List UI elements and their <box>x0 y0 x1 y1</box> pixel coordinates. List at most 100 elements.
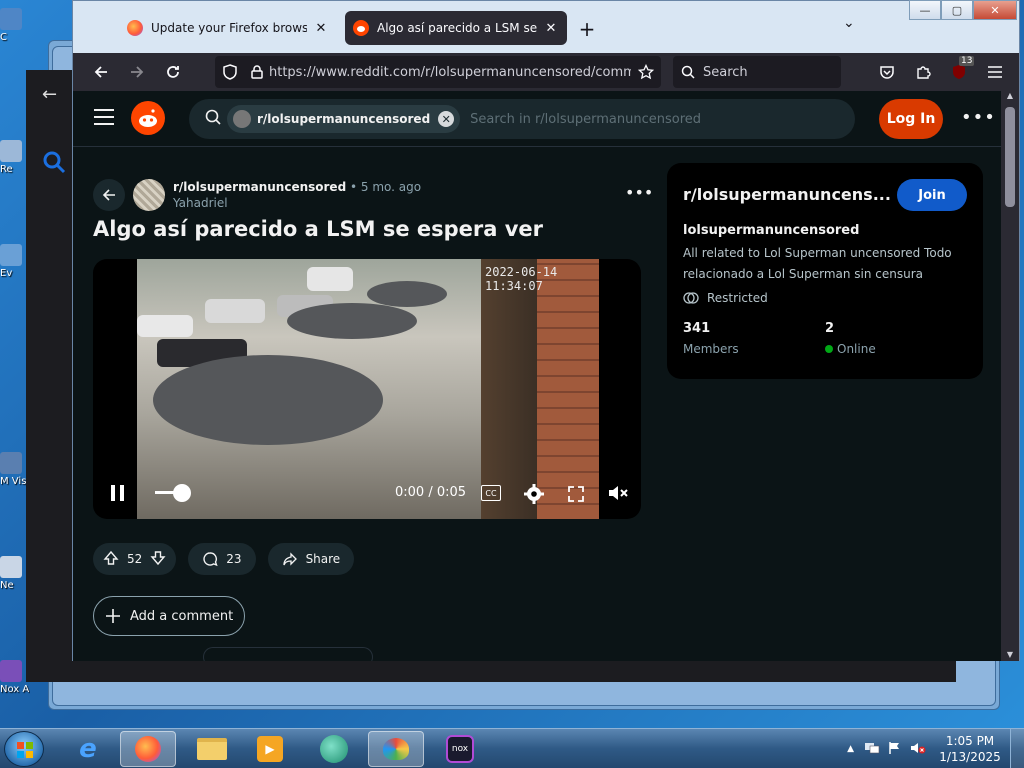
restricted-label: Restricted <box>707 291 768 305</box>
media-player-icon: ▶ <box>257 736 283 762</box>
close-window-button[interactable]: ✕ <box>973 0 1017 20</box>
subreddit-link[interactable]: r/lolsupermanuncensored <box>173 180 346 194</box>
address-bar[interactable]: https://www.reddit.com/r/lolsupermanunce… <box>215 56 661 88</box>
page-scrollbar[interactable]: ▲ ▼ <box>1001 91 1019 661</box>
post-title: Algo así parecido a LSM se espera ver <box>93 217 544 241</box>
list-all-tabs-chevron-icon[interactable]: ⌄ <box>843 15 855 31</box>
desktop-icon-computer[interactable]: C <box>0 8 30 43</box>
pocket-icon[interactable] <box>873 58 901 86</box>
reddit-header: r/lolsupermanuncensored ✕ Search in r/lo… <box>73 91 1001 147</box>
volume-slider-handle[interactable] <box>173 484 191 502</box>
comments-button[interactable]: 23 <box>188 543 256 575</box>
hamburger-menu-icon[interactable] <box>93 108 115 130</box>
reddit-search-bar[interactable]: r/lolsupermanuncensored ✕ Search in r/lo… <box>189 99 855 139</box>
system-clock[interactable]: 1:05 PM 1/13/2025 <box>930 733 1010 765</box>
firefox-icon <box>135 736 161 762</box>
pause-button[interactable] <box>109 483 127 507</box>
mute-speaker-icon[interactable] <box>607 483 629 507</box>
scroll-down-icon[interactable]: ▼ <box>1001 650 1019 659</box>
browser-globe-icon <box>320 735 348 763</box>
reddit-logo-icon[interactable] <box>131 101 165 135</box>
video-player[interactable]: 2022-06-14 11:34:07 0:00 / 0:05 CC <box>93 259 641 519</box>
clock-time: 1:05 PM <box>945 734 995 748</box>
captions-button[interactable]: CC <box>481 485 501 501</box>
volume-muted-icon[interactable] <box>910 740 926 759</box>
taskbar-explorer[interactable] <box>184 731 240 767</box>
ublock-extension-icon[interactable]: 13 <box>945 56 975 86</box>
subreddit-description: All related to Lol Superman uncensored T… <box>683 246 952 281</box>
add-comment-label: Add a comment <box>130 608 234 624</box>
url-text: https://www.reddit.com/r/lolsupermanunce… <box>269 64 631 80</box>
author-link[interactable]: Yahadriel <box>173 195 421 211</box>
firefox-icon <box>127 20 143 36</box>
reload-button[interactable] <box>159 58 187 86</box>
menu-hamburger-icon[interactable] <box>981 58 1009 86</box>
fullscreen-icon[interactable] <box>567 485 585 507</box>
search-icon <box>681 65 695 79</box>
extensions-puzzle-icon[interactable] <box>909 58 937 86</box>
add-comment-button[interactable]: Add a comment <box>93 596 245 636</box>
network-icon[interactable] <box>864 740 880 759</box>
back-button[interactable] <box>93 179 125 211</box>
subreddit-avatar[interactable] <box>133 179 165 211</box>
subreddit-title[interactable]: r/lolsupermanuncens... <box>683 185 891 204</box>
chip-label: r/lolsupermanuncensored <box>257 112 431 126</box>
search-bar[interactable]: Search <box>673 56 841 88</box>
post-options-icon[interactable]: ••• <box>625 183 653 202</box>
post-actions: 52 23 Share <box>93 543 355 575</box>
toolbar-icons: 13 <box>873 56 1009 86</box>
comment-sort-partial <box>203 647 373 661</box>
taskbar-nox[interactable]: nox <box>432 731 488 767</box>
members-label: Members <box>683 342 739 356</box>
taskbar-firefox[interactable] <box>120 731 176 767</box>
upvote-icon[interactable] <box>103 550 119 569</box>
comment-count: 23 <box>226 552 242 566</box>
settings-gear-icon[interactable] <box>523 483 545 509</box>
start-button[interactable] <box>4 731 44 767</box>
members-stat: 341 Members <box>683 319 739 359</box>
tab-update-firefox[interactable]: Update your Firefox browser ✕ <box>119 11 337 45</box>
firefox-window: Update your Firefox browser ✕ Algo así p… <box>72 0 1020 661</box>
bookmark-star-icon[interactable] <box>631 64 661 80</box>
close-tab-icon[interactable]: ✕ <box>313 21 329 36</box>
show-hidden-icons-chevron-icon[interactable]: ▲ <box>847 744 854 754</box>
share-button[interactable]: Share <box>267 543 355 575</box>
downvote-icon[interactable] <box>150 550 166 569</box>
tab-title: Update your Firefox browser <box>151 21 307 35</box>
vote-pill: 52 <box>93 543 177 575</box>
login-button[interactable]: Log In <box>879 99 943 139</box>
vote-count: 52 <box>127 552 143 566</box>
back-arrow-icon[interactable]: ← <box>42 84 57 105</box>
restricted-icon <box>683 292 699 304</box>
taskbar-browser[interactable] <box>306 731 362 767</box>
folder-icon <box>197 738 227 760</box>
taskbar-ie[interactable]: e <box>60 731 116 767</box>
new-tab-button[interactable]: + <box>575 17 599 41</box>
online-stat: 2 Online <box>825 319 876 359</box>
taskbar-media-player[interactable]: ▶ <box>242 731 298 767</box>
clear-chip-icon[interactable]: ✕ <box>438 111 455 127</box>
tab-reddit-post[interactable]: Algo así parecido a LSM se espera ver ✕ <box>345 11 567 45</box>
search-icon[interactable] <box>42 150 68 176</box>
scroll-up-icon[interactable]: ▲ <box>1001 91 1019 100</box>
subreddit-info-card: r/lolsupermanuncens... Join lolsupermanu… <box>667 163 983 379</box>
join-button[interactable]: Join <box>897 179 967 211</box>
maximize-button[interactable]: ▢ <box>941 0 973 20</box>
scrollbar-thumb[interactable] <box>1005 107 1015 207</box>
subreddit-name: lolsupermanuncensored <box>683 223 860 238</box>
minimize-button[interactable]: — <box>909 0 941 20</box>
tab-title: Algo así parecido a LSM se espera ver <box>377 21 537 35</box>
restricted-status: Restricted <box>683 291 768 305</box>
more-options-icon[interactable]: ••• <box>961 107 996 128</box>
forward-button[interactable] <box>123 58 151 86</box>
back-button[interactable] <box>87 58 115 86</box>
close-tab-icon[interactable]: ✕ <box>543 21 559 36</box>
subreddit-search-chip[interactable]: r/lolsupermanuncensored ✕ <box>227 105 461 133</box>
shield-icon[interactable] <box>215 64 245 80</box>
action-center-flag-icon[interactable] <box>888 740 902 759</box>
extension-badge: 13 <box>959 56 975 66</box>
taskbar-paint[interactable] <box>368 731 424 767</box>
window-controls: — ▢ ✕ <box>909 0 1017 20</box>
show-desktop-button[interactable] <box>1010 729 1024 768</box>
lock-icon[interactable] <box>245 65 269 79</box>
